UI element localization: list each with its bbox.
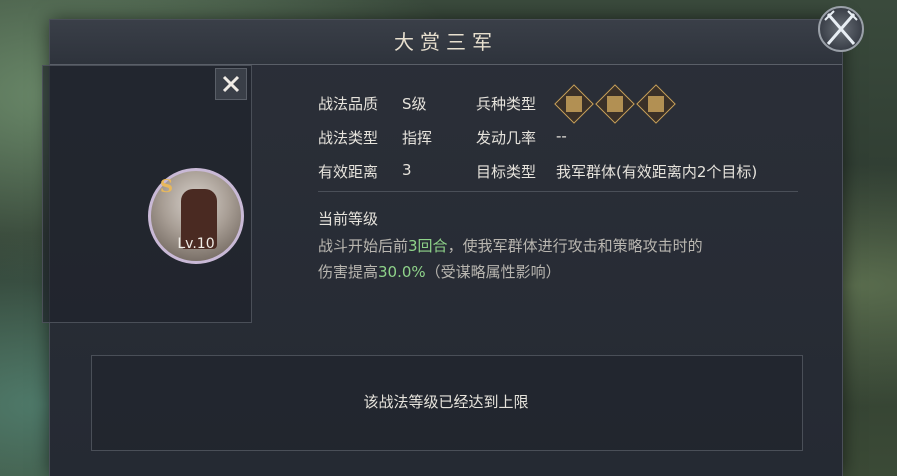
range-label: 有效距离 — [318, 163, 379, 181]
crossed-swords-close-button[interactable] — [818, 6, 864, 52]
grade-badge: S — [160, 176, 173, 197]
close-icon — [222, 75, 240, 93]
effect-text: 战斗开始后前 — [318, 237, 409, 255]
effect-text: （受谋略属性影响） — [425, 263, 561, 281]
troop-type-label: 兵种类型 — [476, 95, 537, 113]
current-level-heading: 当前等级 — [318, 210, 379, 228]
quality-label: 战法品质 — [318, 95, 379, 113]
rounds-highlight: 3回合 — [408, 237, 448, 255]
info-divider — [318, 191, 798, 192]
target-value: 我军群体(有效距离内2个目标) — [556, 163, 758, 181]
panel-title: 大赏三军 — [394, 30, 498, 54]
crossed-swords-icon — [824, 10, 858, 45]
type-label: 战法类型 — [318, 129, 379, 147]
max-level-text: 该战法等级已经达到上限 — [363, 393, 529, 411]
quality-value: S级 — [402, 95, 427, 113]
rate-label: 发动几率 — [476, 129, 537, 147]
effect-line-1: 战斗开始后前3回合，使我军群体进行攻击和策略攻击时的 — [318, 234, 798, 258]
effect-text: 伤害提高 — [318, 263, 379, 281]
effect-text: ，使我军群体进行攻击和策略攻击时的 — [447, 237, 703, 255]
type-value: 指挥 — [402, 129, 433, 147]
damage-highlight: 30.0% — [378, 263, 426, 281]
rate-value: -- — [556, 127, 567, 145]
card-close-button[interactable] — [215, 68, 247, 100]
range-value: 3 — [402, 161, 412, 179]
level-label: Lv.10 — [177, 236, 215, 252]
effect-line-2: 伤害提高30.0%（受谋略属性影响） — [318, 260, 798, 284]
target-label: 目标类型 — [476, 163, 537, 181]
